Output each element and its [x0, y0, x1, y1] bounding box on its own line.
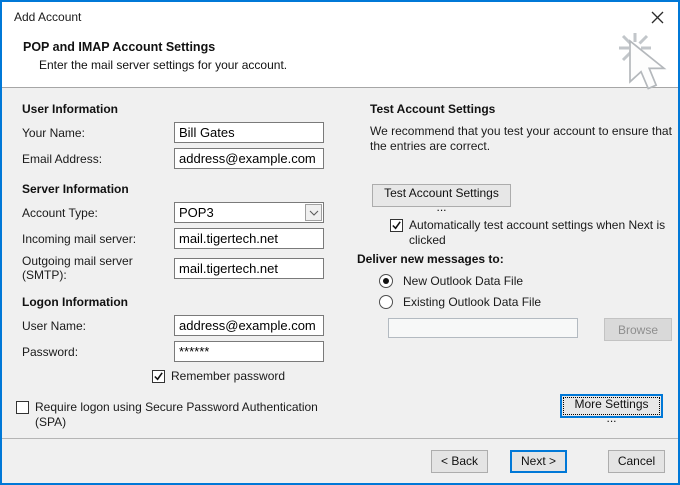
- add-account-dialog: Add Account POP and IMAP Account Setting…: [0, 0, 680, 485]
- close-button[interactable]: [644, 5, 670, 29]
- remember-password-checkbox[interactable]: Remember password: [152, 369, 354, 384]
- check-icon: [392, 221, 401, 230]
- checkbox-checked-icon[interactable]: [152, 370, 165, 383]
- radio-selected-icon[interactable]: [379, 274, 393, 288]
- check-icon: [154, 372, 163, 381]
- left-column: User Information Your Name: Email Addres…: [2, 88, 354, 438]
- email-address-label: Email Address:: [22, 151, 103, 166]
- close-icon: [651, 11, 663, 23]
- user-name-label: User Name:: [22, 318, 87, 333]
- spa-checkbox[interactable]: Require logon using Secure Password Auth…: [16, 400, 354, 430]
- outgoing-server-label: Outgoing mail server (SMTP):: [22, 254, 133, 282]
- password-row: Password:: [22, 341, 354, 362]
- dialog-body: User Information Your Name: Email Addres…: [2, 88, 678, 438]
- auto-test-label[interactable]: Automatically test account settings when…: [409, 218, 667, 248]
- your-name-input[interactable]: [174, 122, 324, 143]
- account-type-select[interactable]: POP3: [174, 202, 324, 223]
- auto-test-checkbox[interactable]: Automatically test account settings when…: [390, 218, 678, 248]
- existing-file-path-input: [388, 318, 578, 338]
- account-type-row: Account Type: POP3: [22, 202, 354, 223]
- footer-button-bar: < Back Next > Cancel: [2, 438, 678, 483]
- busy-cursor-icon: [619, 33, 667, 90]
- test-account-settings-description: We recommend that you test your account …: [370, 124, 672, 153]
- page-subtitle: Enter the mail server settings for your …: [39, 58, 288, 72]
- chevron-down-icon: [309, 210, 318, 216]
- new-data-file-label[interactable]: New Outlook Data File: [403, 274, 523, 288]
- checkbox-checked-icon[interactable]: [390, 219, 403, 232]
- title-bar: Add Account: [2, 2, 678, 32]
- new-data-file-radio[interactable]: New Outlook Data File: [379, 274, 678, 288]
- cancel-button[interactable]: Cancel: [608, 449, 665, 473]
- existing-data-file-radio[interactable]: Existing Outlook Data File: [379, 295, 678, 309]
- back-button[interactable]: < Back: [431, 449, 488, 473]
- existing-file-row: Browse: [388, 318, 678, 341]
- more-settings-button[interactable]: More Settings ...: [560, 394, 663, 425]
- password-label: Password:: [22, 344, 79, 359]
- email-address-row: Email Address:: [22, 148, 354, 169]
- outgoing-server-row: Outgoing mail server (SMTP):: [22, 254, 354, 282]
- account-type-value: POP3: [179, 205, 214, 220]
- wizard-header: POP and IMAP Account Settings Enter the …: [2, 32, 678, 88]
- user-name-input[interactable]: [174, 315, 324, 336]
- browse-button: Browse: [604, 318, 672, 341]
- user-name-row: User Name:: [22, 315, 354, 336]
- test-account-settings-heading: Test Account Settings: [370, 102, 496, 116]
- existing-data-file-label[interactable]: Existing Outlook Data File: [403, 295, 541, 309]
- account-type-label: Account Type:: [22, 205, 98, 220]
- next-button[interactable]: Next >: [510, 449, 567, 473]
- server-information-heading: Server Information: [22, 182, 129, 196]
- account-type-dropdown-button[interactable]: [305, 204, 322, 221]
- outgoing-server-input[interactable]: [174, 257, 324, 279]
- incoming-server-label: Incoming mail server:: [22, 231, 137, 246]
- remember-password-label[interactable]: Remember password: [171, 369, 285, 384]
- deliver-heading: Deliver new messages to:: [357, 252, 504, 266]
- test-account-settings-button[interactable]: Test Account Settings ...: [372, 184, 511, 214]
- window-title: Add Account: [14, 10, 82, 24]
- incoming-server-row: Incoming mail server:: [22, 228, 354, 249]
- your-name-label: Your Name:: [22, 125, 85, 140]
- incoming-server-input[interactable]: [174, 228, 324, 249]
- right-column: Test Account Settings We recommend that …: [354, 88, 678, 438]
- page-title: POP and IMAP Account Settings: [23, 40, 216, 54]
- password-input[interactable]: [174, 341, 324, 362]
- checkbox-unchecked-icon[interactable]: [16, 401, 29, 414]
- user-information-heading: User Information: [22, 102, 119, 116]
- radio-unselected-icon[interactable]: [379, 295, 393, 309]
- your-name-row: Your Name:: [22, 122, 354, 143]
- logon-information-heading: Logon Information: [22, 295, 128, 309]
- spa-label[interactable]: Require logon using Secure Password Auth…: [35, 400, 339, 430]
- email-address-input[interactable]: [174, 148, 324, 169]
